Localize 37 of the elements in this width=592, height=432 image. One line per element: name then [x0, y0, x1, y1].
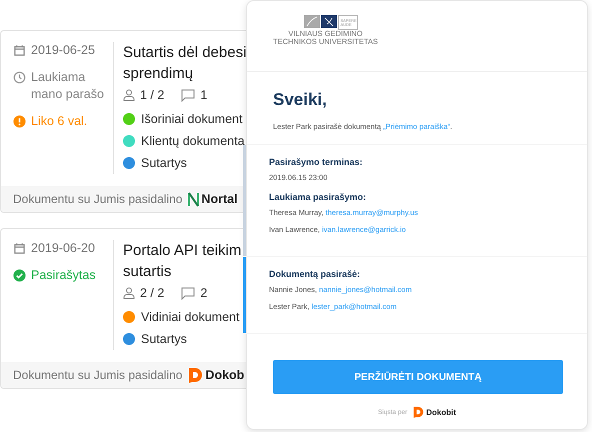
document-card[interactable]: 2019-06-25 Laukiama mano parašo Liko 6 val. Sutartis dėl debesi sprendimų 1 / 2 1 Išoriniai dokument Klientų dokumenta Sutartys Dokumentu su Jumis pasidalino Nortal	[0, 30, 246, 213]
tag-label: Išoriniai dokument	[141, 112, 242, 126]
shared-by-text: Dokumentu su Jumis pasidalino	[13, 368, 182, 382]
status-text: Laukiama mano parašo	[31, 69, 105, 103]
comment-icon	[181, 88, 196, 102]
company-logo: Nortal	[188, 192, 238, 206]
tag-label: Sutartys	[141, 332, 187, 346]
status-text: Pasirašytas	[31, 267, 96, 284]
tag-label: Klientų dokumenta	[141, 134, 245, 148]
document-date: 2019-06-20	[31, 240, 95, 257]
document-title: Sutartis dėl debesi sprendimų	[123, 43, 246, 84]
status-text: Liko 6 val.	[31, 113, 88, 130]
section-label: Laukiama pasirašymo:	[269, 192, 368, 202]
sender-logo: Dokobit	[413, 406, 456, 418]
calendar-icon	[13, 242, 26, 255]
comment-icon	[181, 286, 196, 300]
tag-label: Vidiniai dokument	[141, 310, 240, 324]
signer-count: 2 / 2	[140, 286, 164, 300]
document-card[interactable]: 2019-06-20 Pasirašytas Portalo API teikim sutartis 2 / 2 2 Vidiniai dokument Sutartys Dokumentu su Jumis pasidalino Dokob	[0, 228, 246, 389]
comment-count: 1	[200, 88, 208, 102]
company-logo: Dokob	[188, 367, 244, 383]
document-title: Portalo API teikim sutartis	[123, 241, 242, 282]
clock-icon	[13, 71, 26, 84]
document-date: 2019-06-25	[31, 42, 95, 59]
calendar-icon	[13, 44, 26, 57]
signer-count: 1 / 2	[140, 88, 164, 102]
comment-count: 2	[200, 286, 208, 300]
alert-icon	[13, 115, 26, 128]
tag-label: Sutartys	[141, 156, 187, 170]
view-document-button[interactable]: PERŽIŪRĖTI DOKUMENTĄ	[273, 360, 563, 394]
section-label: Pasirašymo terminas:	[269, 157, 364, 167]
shared-by-text: Dokumentu su Jumis pasidalino	[13, 192, 182, 206]
check-circle-icon	[13, 269, 26, 282]
section-label: Dokumentą pasirašė:	[269, 269, 362, 279]
greeting: Sveiki,	[273, 90, 328, 110]
person-icon	[123, 89, 135, 101]
person-icon	[123, 287, 135, 299]
